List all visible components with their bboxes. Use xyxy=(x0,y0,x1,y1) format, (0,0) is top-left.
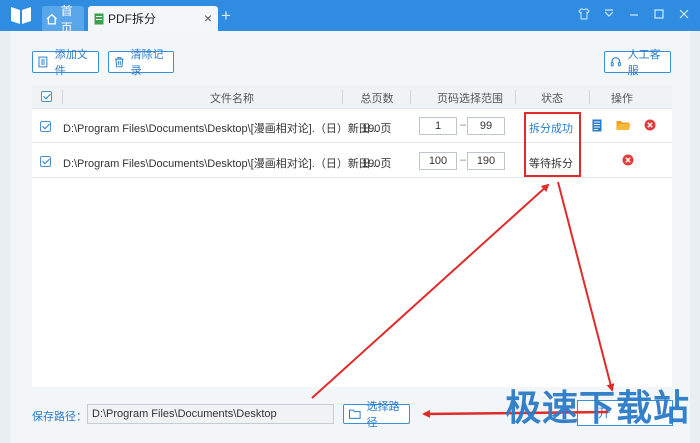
range-separator: – xyxy=(460,154,467,166)
tab-pdf-split[interactable]: PDF拆分 × xyxy=(88,6,218,31)
range-from-input[interactable]: 1 xyxy=(419,117,457,135)
total-pages: 190页 xyxy=(362,123,392,135)
header-page-range: 页码选择范围 xyxy=(437,93,503,105)
header-total-pages: 总页数 xyxy=(360,93,394,105)
maximize-icon[interactable] xyxy=(652,7,665,21)
table-header: 文件名称 总页数 页码选择范围 状态 操作 xyxy=(32,85,672,109)
range-separator: – xyxy=(460,119,467,131)
status-highlight-box xyxy=(524,112,581,177)
header-file-name: 文件名称 xyxy=(210,93,254,105)
menu-icon[interactable] xyxy=(602,7,615,21)
add-file-button[interactable]: 添加文件 xyxy=(32,49,99,77)
pdf-file-icon xyxy=(94,13,104,24)
range-from-input[interactable]: 100 xyxy=(419,152,457,170)
header-divider xyxy=(515,90,516,104)
window-controls xyxy=(577,7,690,21)
trash-icon xyxy=(114,57,124,68)
customer-service-label: 人工客服 xyxy=(627,49,661,77)
choose-path-button[interactable]: 选择路径 xyxy=(343,401,410,429)
customer-service-button[interactable]: 人工客服 xyxy=(604,49,671,77)
open-file-icon[interactable] xyxy=(592,119,602,132)
folder-icon xyxy=(349,409,361,419)
tab-close-icon[interactable]: × xyxy=(204,11,212,25)
file-path: D:\Program Files\Documents\Desktop\[漫画相对… xyxy=(63,123,380,135)
clear-records-label: 清除记录 xyxy=(130,49,164,77)
row-checkbox[interactable] xyxy=(40,156,51,167)
site-watermark: 极速下载站 xyxy=(505,388,691,429)
close-icon[interactable] xyxy=(677,7,690,21)
delete-icon[interactable] xyxy=(622,154,634,166)
header-status: 状态 xyxy=(541,93,563,105)
add-file-icon xyxy=(38,56,48,68)
skin-icon[interactable] xyxy=(577,7,590,21)
headset-icon xyxy=(610,57,621,67)
clear-records-button[interactable]: 清除记录 xyxy=(108,49,174,77)
file-path: D:\Program Files\Documents\Desktop\[漫画相对… xyxy=(63,158,380,170)
header-divider xyxy=(410,90,411,104)
tab-home[interactable]: 首页 xyxy=(42,4,84,35)
tab-pdf-split-label: PDF拆分 xyxy=(108,12,157,26)
row-checkbox[interactable] xyxy=(40,121,51,132)
add-tab-icon[interactable]: + xyxy=(221,7,231,24)
select-all-checkbox[interactable] xyxy=(41,91,52,102)
choose-path-label: 选择路径 xyxy=(366,401,400,429)
delete-icon[interactable] xyxy=(644,119,656,131)
home-icon xyxy=(46,13,58,24)
header-divider xyxy=(62,90,63,104)
header-actions: 操作 xyxy=(611,93,633,105)
open-folder-icon[interactable] xyxy=(616,119,631,131)
save-path-label: 保存路径： xyxy=(32,411,87,423)
total-pages: 190页 xyxy=(362,158,392,170)
add-file-label: 添加文件 xyxy=(54,49,88,77)
header-divider xyxy=(342,90,343,104)
range-to-input[interactable]: 99 xyxy=(467,117,505,135)
save-path-input[interactable]: D:\Program Files\Documents\Desktop xyxy=(87,404,334,424)
range-to-input[interactable]: 190 xyxy=(467,152,505,170)
app-logo-icon xyxy=(11,7,31,24)
header-divider xyxy=(589,90,590,104)
minimize-icon[interactable] xyxy=(627,7,640,21)
title-bar: 首页 PDF拆分 × + xyxy=(0,0,700,35)
